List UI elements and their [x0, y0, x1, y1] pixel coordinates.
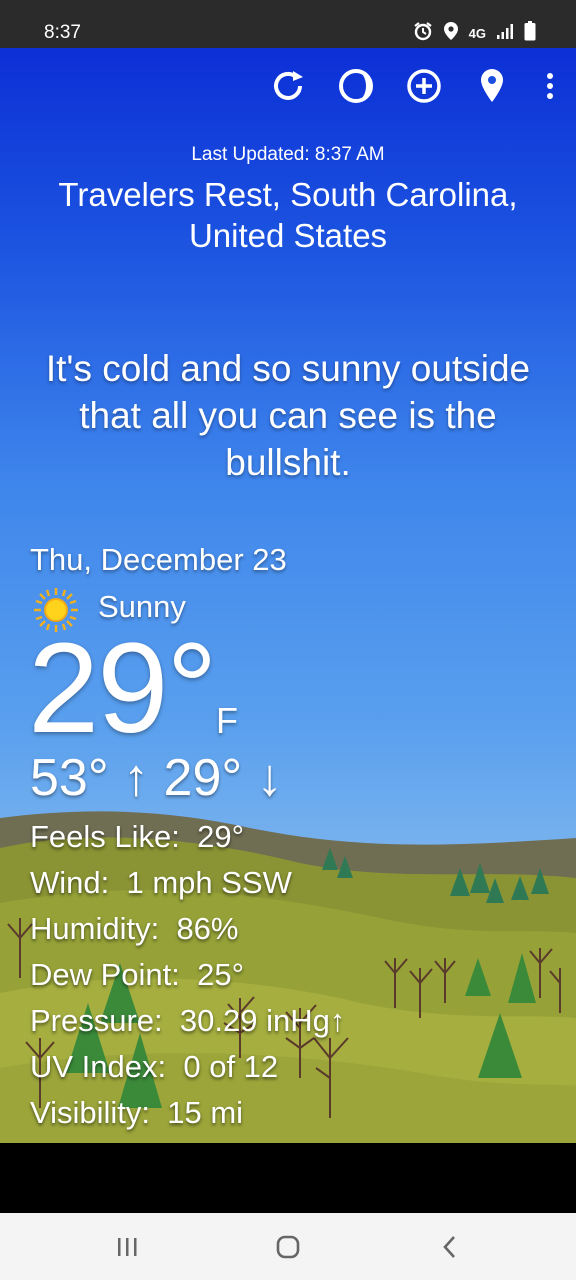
detail-label: Visibility: — [30, 1095, 151, 1130]
wind-row: Wind: 1 mph SSW — [30, 860, 345, 906]
location-name[interactable]: Travelers Rest, South Carolina, United S… — [40, 174, 536, 256]
location-icon — [443, 21, 459, 46]
more-options-button[interactable] — [540, 66, 560, 106]
weather-app: Last Updated: 8:37 AM Travelers Rest, So… — [0, 48, 576, 1143]
back-button[interactable] — [430, 1231, 470, 1263]
recent-apps-button[interactable] — [107, 1231, 147, 1263]
recent-apps-icon — [118, 1238, 137, 1256]
back-icon — [443, 1236, 455, 1258]
alarm-icon — [413, 21, 433, 46]
detail-value: 25° — [197, 957, 245, 992]
detail-value: 86% — [176, 911, 239, 946]
status-bar: 8:37 4G — [0, 0, 576, 48]
temperature-unit[interactable]: F — [216, 700, 238, 742]
detail-label: Dew Point: — [30, 957, 180, 992]
pressure-row: Pressure: 30.29 inHg↑ — [30, 998, 345, 1044]
detail-value: 15 mi — [167, 1095, 244, 1130]
navigation-bar — [0, 1213, 576, 1280]
home-icon — [276, 1235, 300, 1259]
detail-label: Wind: — [30, 865, 110, 900]
location-pin-icon — [481, 69, 503, 102]
dew-point-row: Dew Point: 25° — [30, 952, 345, 998]
more-vert-icon — [547, 73, 553, 99]
status-icons: 4G — [413, 21, 536, 46]
detail-value: 0 of 12 — [183, 1049, 279, 1084]
battery-icon — [524, 21, 536, 46]
add-location-icon — [407, 69, 441, 103]
detail-label: UV Index: — [30, 1049, 167, 1084]
detail-label: Humidity: — [30, 911, 160, 946]
forecast-date: Thu, December 23 — [30, 542, 287, 577]
4g-icon: 4G — [468, 26, 486, 41]
humidity-row: Humidity: 86% — [30, 906, 345, 952]
detail-label: Pressure: — [30, 1003, 163, 1038]
last-updated: Last Updated: 8:37 AM — [191, 144, 385, 165]
detail-value: 29° — [197, 819, 245, 854]
high-low-temperature: 53° ↑ 29° ↓ — [30, 749, 283, 807]
location-button[interactable] — [472, 66, 512, 106]
add-location-button[interactable] — [404, 66, 444, 106]
detail-label: Feels Like: — [30, 819, 180, 854]
current-temperature: 29° — [28, 617, 218, 760]
toolbar — [268, 66, 560, 106]
theme-icon — [339, 69, 373, 103]
detail-value: 1 mph SSW — [126, 865, 292, 900]
refresh-icon — [274, 71, 303, 100]
theme-button[interactable] — [336, 66, 376, 106]
detail-value: 30.29 inHg↑ — [179, 1003, 346, 1038]
home-button[interactable] — [268, 1231, 308, 1263]
weather-quip: It's cold and so sunny outside that all … — [45, 348, 531, 483]
refresh-button[interactable] — [268, 66, 308, 106]
uv-index-row: UV Index: 0 of 12 — [30, 1044, 345, 1090]
weather-details: Feels Like: 29° Wind: 1 mph SSW Humidity… — [30, 814, 345, 1136]
ad-space — [0, 1143, 576, 1213]
status-time: 8:37 — [44, 22, 81, 43]
signal-icon — [496, 22, 514, 45]
feels-like-row: Feels Like: 29° — [30, 814, 345, 860]
visibility-row: Visibility: 15 mi — [30, 1090, 345, 1136]
